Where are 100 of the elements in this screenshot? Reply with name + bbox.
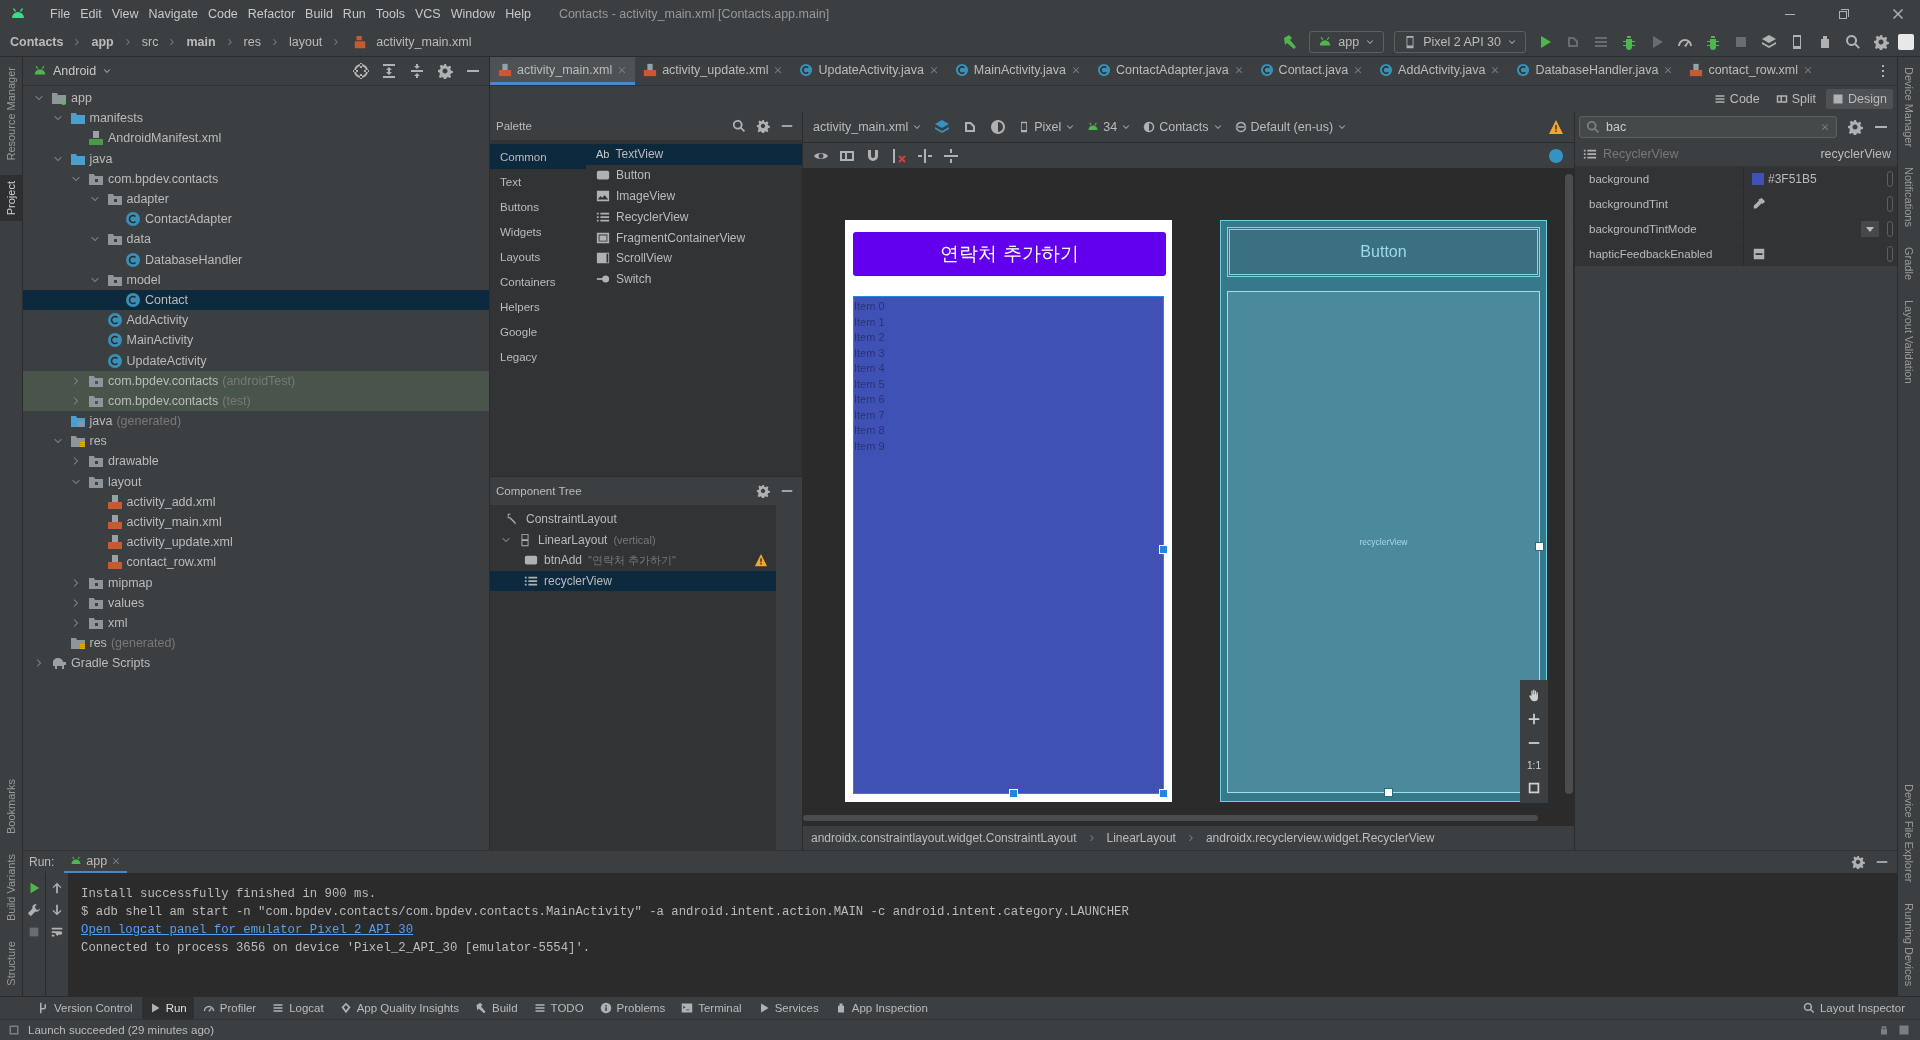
tool-window-tab[interactable]: Notifications xyxy=(1898,161,1920,233)
tool-window-button[interactable]: Terminal xyxy=(674,997,749,1019)
vertical-guide-icon[interactable] xyxy=(917,147,933,164)
layout-path-item[interactable]: androidx.recyclerview.widget.RecyclerView xyxy=(1205,831,1435,845)
tool-window-tab[interactable]: Layout Validation xyxy=(1898,294,1920,390)
pan-hand-icon[interactable] xyxy=(1527,688,1541,702)
tool-window-button[interactable]: Problems xyxy=(592,997,673,1019)
palette-item[interactable]: ImageView xyxy=(586,185,802,207)
palette-category[interactable]: Text xyxy=(490,169,586,194)
menu-item[interactable]: Tools xyxy=(375,7,405,21)
magnet-icon[interactable] xyxy=(865,147,881,164)
hammer-icon[interactable] xyxy=(1282,34,1299,50)
tree-item[interactable]: DatabaseHandler xyxy=(23,249,489,270)
close-icon[interactable] xyxy=(1803,64,1814,75)
breadcrumb-item[interactable]: src xyxy=(141,35,159,49)
tree-item[interactable]: model xyxy=(23,269,489,290)
run-configuration-dropdown[interactable]: app xyxy=(1309,31,1385,53)
menu-item[interactable]: View xyxy=(111,7,139,21)
menu-item[interactable]: Edit xyxy=(80,7,102,21)
device-dropdown[interactable]: Pixel xyxy=(1018,120,1076,134)
tree-item[interactable]: contact_row.xml xyxy=(23,552,489,573)
palette-item[interactable]: RecyclerView xyxy=(586,206,802,228)
tree-item[interactable]: xml xyxy=(23,612,489,634)
clear-constraints-icon[interactable] xyxy=(891,147,907,164)
scrollbar-thumb[interactable] xyxy=(803,815,1538,821)
device-dropdown[interactable]: Pixel 2 API 30 xyxy=(1394,31,1526,53)
bug-icon[interactable] xyxy=(1705,34,1721,50)
tool-window-button[interactable]: Build xyxy=(468,997,525,1019)
lock-icon[interactable] xyxy=(1878,1024,1890,1036)
wrench-icon[interactable] xyxy=(27,903,41,917)
tree-item[interactable]: com.bpdev.contacts xyxy=(23,168,489,189)
layout-path-item[interactable]: LinearLayout xyxy=(1106,831,1176,845)
tree-item[interactable]: MainActivity xyxy=(23,330,489,351)
editor-tab[interactable]: contact_row.xml xyxy=(1681,57,1822,85)
settings-icon[interactable] xyxy=(437,63,453,79)
view-mode-button[interactable]: Design xyxy=(1826,89,1893,109)
menu-item[interactable]: Window xyxy=(450,7,496,21)
settings-icon[interactable] xyxy=(1873,34,1889,50)
layers-icon[interactable] xyxy=(1761,34,1777,50)
component-item[interactable]: btnAdd "연락처 추가하기" xyxy=(490,550,776,571)
tool-window-tab[interactable]: Build Variants xyxy=(0,848,22,928)
tool-window-tab[interactable]: Device File Explorer xyxy=(1898,778,1920,889)
add-contact-button[interactable]: 연락처 추가하기 xyxy=(853,232,1166,276)
tree-item[interactable]: activity_add.xml xyxy=(23,491,489,512)
editor-tab[interactable]: UpdateActivity.java xyxy=(791,57,947,85)
view-mode-button[interactable]: Split xyxy=(1769,89,1823,109)
close-icon[interactable] xyxy=(1490,64,1501,75)
run-tab[interactable]: app xyxy=(64,851,128,873)
close-icon[interactable] xyxy=(1233,64,1244,75)
close-icon[interactable] xyxy=(773,64,784,75)
reset-zoom-button[interactable]: 1:1 xyxy=(1527,760,1541,771)
tool-window-button[interactable]: Layout Inspector xyxy=(1795,997,1912,1019)
editor-tab[interactable]: AddActivity.java xyxy=(1371,57,1509,85)
component-item[interactable]: LinearLayout (vertical) xyxy=(490,529,776,550)
resize-handle[interactable] xyxy=(1383,788,1393,797)
tool-window-button[interactable]: TODO xyxy=(526,997,591,1019)
square-icon[interactable] xyxy=(1898,1024,1910,1036)
resize-handle[interactable] xyxy=(1535,542,1544,551)
settings-icon[interactable] xyxy=(1847,119,1863,135)
editor-tab[interactable]: MainActivity.java xyxy=(946,57,1090,85)
close-icon[interactable] xyxy=(1663,64,1674,75)
component-item[interactable]: ConstraintLayout xyxy=(490,509,776,530)
menu-item[interactable]: Navigate xyxy=(148,7,198,21)
color-swatch[interactable] xyxy=(1752,173,1764,185)
palette-item[interactable]: Button xyxy=(586,164,802,186)
tree-item[interactable]: AndroidManifest.xml xyxy=(23,128,489,149)
locale-dropdown[interactable]: Default (en-us) xyxy=(1234,120,1348,134)
layers-icon[interactable] xyxy=(934,119,951,135)
tree-item[interactable]: Contact xyxy=(23,289,489,311)
editor-tab[interactable]: ContactAdapter.java xyxy=(1089,57,1252,85)
tree-item[interactable]: layout xyxy=(23,471,489,492)
clear-icon[interactable] xyxy=(1820,122,1830,132)
menu-item[interactable]: Build xyxy=(305,7,333,21)
palette-item[interactable]: FragmentContainerView xyxy=(586,227,802,248)
tool-window-tab[interactable]: Resource Manager xyxy=(0,61,22,167)
editor-tab[interactable]: DatabaseHandler.java xyxy=(1508,57,1682,85)
warning-icon[interactable] xyxy=(754,553,768,568)
breadcrumb-item[interactable]: app xyxy=(91,35,114,49)
warning-icon[interactable] xyxy=(1548,119,1564,135)
tree-item[interactable]: adapter xyxy=(23,188,489,210)
view-mode-button[interactable]: Code xyxy=(1707,89,1766,109)
collapse-all-icon[interactable] xyxy=(409,63,425,79)
attribute-marker[interactable] xyxy=(1887,171,1893,187)
tree-item[interactable]: java xyxy=(23,148,489,169)
zoom-in-icon[interactable] xyxy=(1527,712,1541,726)
breadcrumb-item[interactable]: res xyxy=(243,35,261,49)
menu-item[interactable]: Code xyxy=(207,7,238,21)
tree-item[interactable]: res (generated) xyxy=(23,633,489,654)
palette-category[interactable]: Layouts xyxy=(490,244,586,269)
tree-item[interactable]: drawable xyxy=(23,451,489,472)
tool-window-tab[interactable]: Bookmarks xyxy=(0,773,22,841)
breadcrumb-item[interactable]: layout xyxy=(288,35,323,49)
attribute-value[interactable]: #3F51B5 xyxy=(1768,172,1817,186)
menu-item[interactable]: Refactor xyxy=(247,7,296,21)
night-mode-icon[interactable] xyxy=(990,119,1007,135)
tool-window-button[interactable]: Run xyxy=(141,997,194,1019)
settings-icon[interactable] xyxy=(1851,855,1865,869)
tree-item[interactable]: UpdateActivity xyxy=(23,350,489,371)
tree-item[interactable]: manifests xyxy=(23,108,489,129)
palette-category[interactable]: Widgets xyxy=(490,219,586,244)
